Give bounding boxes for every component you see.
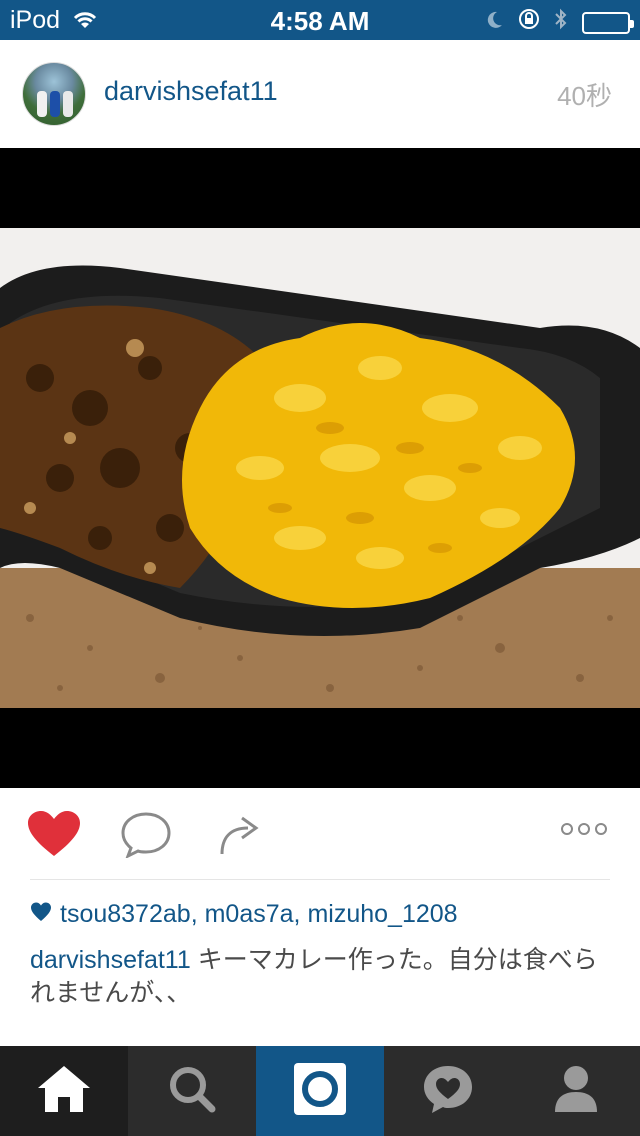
avatar[interactable]: [22, 62, 86, 126]
rotation-lock-icon: [518, 8, 540, 37]
share-icon[interactable]: [218, 810, 262, 863]
camera-icon: [293, 1062, 347, 1121]
small-heart-icon: [30, 900, 52, 929]
status-bar: iPod 4:58 AM: [0, 0, 640, 40]
post-timestamp: 40秒: [557, 81, 612, 111]
post-username[interactable]: darvishsefat11: [104, 76, 278, 107]
profile-icon: [553, 1064, 599, 1119]
like-user-3[interactable]: mizuho_1208: [307, 900, 457, 928]
likes-row: tsou8372ab, m0as7a, mizuho_1208: [30, 900, 458, 929]
tab-profile[interactable]: [512, 1046, 640, 1136]
comment-icon[interactable]: [120, 810, 172, 863]
bluetooth-icon: [554, 8, 568, 37]
tab-camera[interactable]: [256, 1046, 384, 1136]
tab-search[interactable]: [128, 1046, 256, 1136]
caption: darvishsefat11 キーマカレー作った。自分は食べられませんが、、: [30, 944, 610, 1010]
home-icon: [36, 1064, 92, 1119]
action-bar: [0, 788, 640, 880]
activity-icon: [421, 1063, 475, 1120]
like-user-2[interactable]: m0as7a: [205, 900, 294, 928]
post-photo[interactable]: [0, 148, 640, 788]
caption-username[interactable]: darvishsefat11: [30, 946, 191, 974]
like-user-1[interactable]: tsou8372ab: [60, 900, 191, 928]
post-header: darvishsefat11 40秒: [0, 40, 640, 148]
tab-bar: [0, 1046, 640, 1136]
tab-home[interactable]: [0, 1046, 128, 1136]
moon-icon: [484, 8, 504, 37]
search-icon: [167, 1064, 217, 1119]
tab-activity[interactable]: [384, 1046, 512, 1136]
more-icon[interactable]: [560, 822, 608, 841]
battery-icon: [582, 11, 634, 34]
divider: [30, 879, 610, 880]
heart-icon[interactable]: [26, 810, 82, 863]
